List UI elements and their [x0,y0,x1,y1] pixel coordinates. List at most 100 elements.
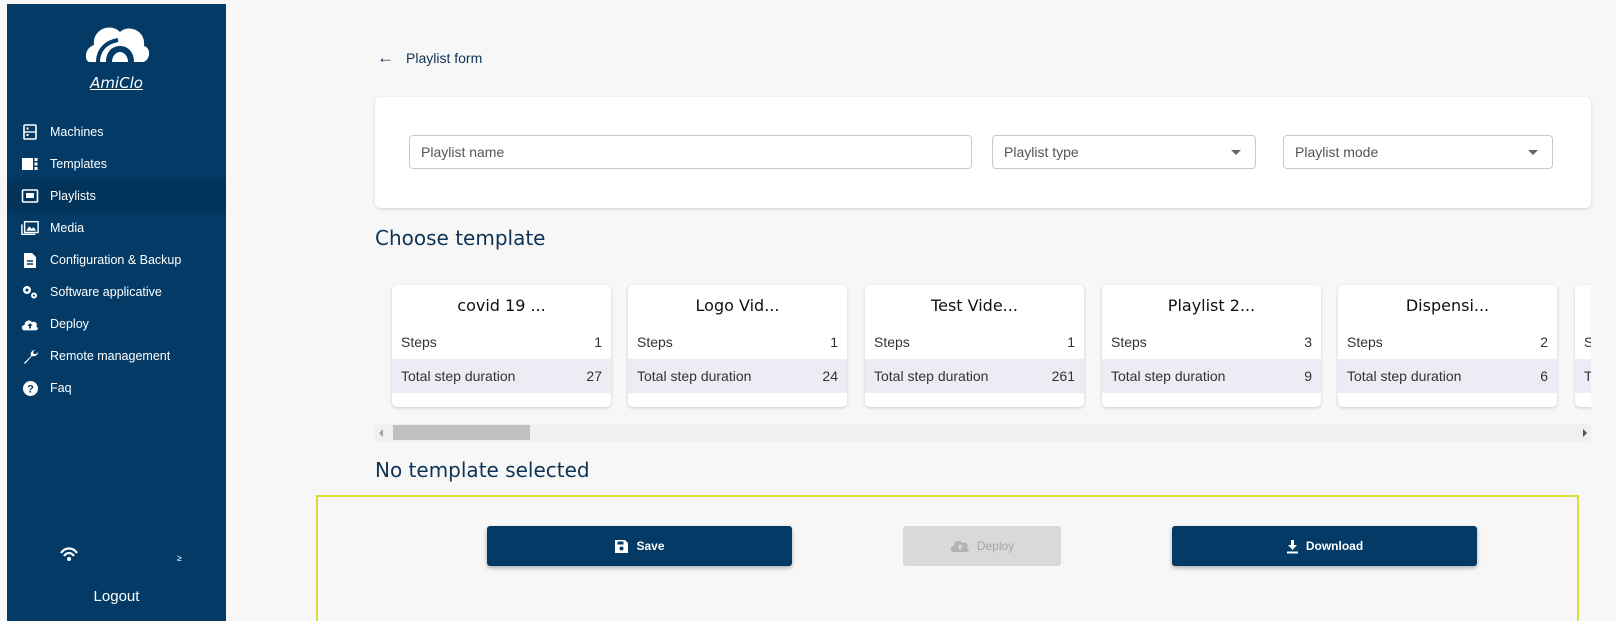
wrench-icon [21,347,39,365]
playlist-mode-placeholder: Playlist mode [1295,144,1379,160]
back-arrow-icon[interactable]: ← [377,48,394,68]
sidebar-item-label: Faq [50,381,72,395]
scrollbar-thumb[interactable] [393,425,530,440]
template-steps-row: Steps 1 [392,325,611,359]
cloud-upload-icon [21,315,39,333]
sidebar-item-label: Deploy [50,317,89,331]
chevron-down-icon [1231,150,1241,155]
playlist-name-placeholder: Playlist name [421,144,505,160]
template-card[interactable]: S T [1575,285,1591,407]
language-badge[interactable]: ≥ [177,553,182,563]
template-duration-row: Total step duration 27 [392,359,611,393]
horizontal-scrollbar[interactable] [375,424,1591,441]
template-card[interactable]: Test Vide... Steps 1 Total step duration 2… [865,285,1084,407]
save-button[interactable]: Save [487,526,792,566]
download-icon [1286,539,1299,554]
sidebar-item-configuration-backup[interactable]: Configuration & Backup [7,244,226,276]
template-carousel: covid 19 ... Steps 1 Total step duration 2… [375,282,1591,412]
sidebar-item-label: Remote management [50,349,171,363]
duration-label: Total step duration [874,368,989,384]
steps-label: Steps [1111,334,1147,350]
playlist-icon [21,187,39,205]
steps-value: 1 [1067,334,1075,350]
template-card[interactable]: Playlist 2... Steps 3 Total step duration… [1102,285,1321,407]
template-name: covid 19 ... [457,295,546,315]
template-steps-row: Steps 2 [1338,325,1557,359]
playlist-name-input[interactable]: Playlist name [409,135,972,169]
deploy-label: Deploy [976,539,1015,553]
logo-text: AmiClo [90,74,143,92]
no-template-title: No template selected [375,458,590,482]
steps-label: Steps [637,334,673,350]
template-name: Test Vide... [931,295,1018,315]
template-card[interactable]: Logo Vid... Steps 1 Total step duration 24 [628,285,847,407]
template-steps-row: Steps 3 [1102,325,1321,359]
template-duration-row: Total step duration 261 [865,359,1084,393]
duration-value: 261 [1051,368,1075,384]
logout-button[interactable]: Logout [7,588,226,605]
template-duration-row: Total step duration 9 [1102,359,1321,393]
scroll-left-icon[interactable] [379,429,383,437]
duration-value: 6 [1540,368,1548,384]
duration-label: Total step duration [1347,368,1462,384]
sidebar-item-label: Machines [50,125,104,139]
steps-label: Steps [1347,334,1383,350]
template-card[interactable]: covid 19 ... Steps 1 Total step duration 2… [392,285,611,407]
template-duration-row: Total step duration 24 [628,359,847,393]
download-button[interactable]: Download [1172,526,1477,566]
sidebar-item-machines[interactable]: Machines [7,116,226,148]
playlist-type-select[interactable]: Playlist type [992,135,1256,169]
steps-label: Steps [401,334,437,350]
sidebar-item-deploy[interactable]: Deploy [7,308,226,340]
template-name [1575,285,1591,325]
choose-template-title: Choose template [375,226,546,250]
sidebar-item-label: Playlists [50,189,96,203]
sidebar-item-remote-management[interactable]: Remote management [7,340,226,372]
sidebar-item-label: Software applicative [50,285,162,299]
scroll-right-icon[interactable] [1583,429,1587,437]
page-title: Playlist form [406,50,483,66]
duration-value: 24 [822,368,838,384]
duration-label: Total step duration [401,368,516,384]
sidebar-item-software-applicative[interactable]: Software applicative [7,276,226,308]
template-duration-row: Total step duration 6 [1338,359,1557,393]
help-icon: ? [21,379,39,397]
logo[interactable]: AmiClo [7,18,226,92]
svg-text:?: ? [27,383,34,395]
deploy-button[interactable]: Deploy [903,526,1061,566]
signal-icon[interactable] [59,544,79,567]
template-card[interactable]: Dispensi... Steps 2 Total step duration 6 [1338,285,1557,407]
duration-label: Total step duration [1111,368,1226,384]
save-label: Save [636,539,665,553]
sidebar-item-playlists[interactable]: Playlists [7,180,226,212]
template-steps-row: S [1575,325,1591,359]
steps-label: Steps [874,334,910,350]
duration-label: T [1584,368,1591,384]
duration-label: Total step duration [637,368,752,384]
page-header: ← Playlist form [377,48,482,68]
playlist-type-placeholder: Playlist type [1004,144,1079,160]
sidebar: AmiClo Machines Templates Playlists Medi… [7,4,226,621]
media-icon [21,219,39,237]
sidebar-item-faq[interactable]: ? Faq [7,372,226,404]
sidebar-nav: Machines Templates Playlists Media Confi… [7,116,226,404]
save-icon [614,539,629,554]
steps-value: 1 [830,334,838,350]
sidebar-item-templates[interactable]: Templates [7,148,226,180]
steps-label: S [1584,334,1591,350]
cloud-logo-icon [85,27,149,63]
steps-value: 2 [1540,334,1548,350]
sidebar-item-label: Templates [50,157,107,171]
duration-value: 9 [1304,368,1312,384]
sidebar-item-media[interactable]: Media [7,212,226,244]
playlist-form-card: Playlist name Playlist type Playlist mod… [375,97,1591,208]
template-steps-row: Steps 1 [628,325,847,359]
machine-icon [21,123,39,141]
template-name: Logo Vid... [695,295,780,315]
steps-value: 3 [1304,334,1312,350]
document-icon [21,251,39,269]
duration-value: 27 [586,368,602,384]
playlist-mode-select[interactable]: Playlist mode [1283,135,1553,169]
cloud-upload-icon [950,539,970,553]
template-duration-row: T [1575,359,1591,393]
